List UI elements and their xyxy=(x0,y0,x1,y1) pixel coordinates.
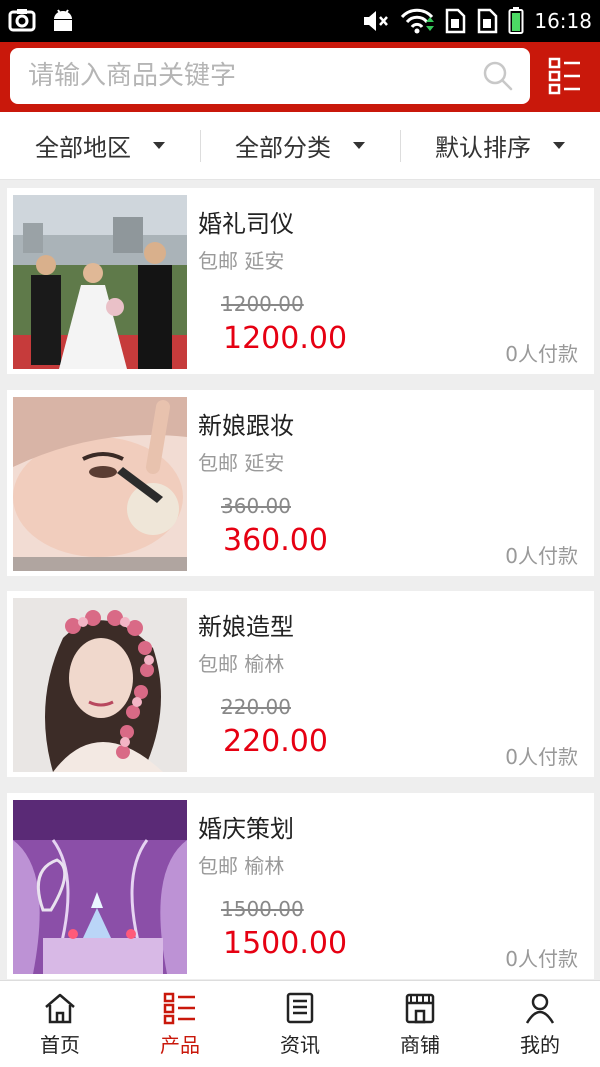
product-sales: 0人付款 xyxy=(505,544,578,568)
product-card[interactable]: 婚礼司仪 包邮 延安 1200.00 1200.00 0人付款 xyxy=(7,188,594,374)
product-price: 360.00 xyxy=(223,523,328,558)
product-name: 新娘造型 xyxy=(198,613,294,641)
nav-shop[interactable]: 商铺 xyxy=(360,981,480,1067)
product-price: 220.00 xyxy=(223,724,328,759)
product-card[interactable]: 新娘跟妆 包邮 延安 360.00 360.00 0人付款 xyxy=(7,390,594,576)
nav-home-label: 首页 xyxy=(40,1033,80,1057)
status-bar: 16:18 xyxy=(0,0,600,42)
battery-icon xyxy=(508,7,524,34)
product-price: 1500.00 xyxy=(223,926,348,961)
product-list-icon xyxy=(163,992,195,1025)
nav-products-label: 产品 xyxy=(160,1033,200,1057)
sim1-icon xyxy=(446,8,466,34)
product-original-price: 1200.00 xyxy=(221,292,304,316)
filter-category[interactable]: 全部分类 xyxy=(200,112,400,179)
product-card[interactable]: 新娘造型 包邮 榆林 220.00 220.00 0人付款 xyxy=(7,591,594,777)
product-sales: 0人付款 xyxy=(505,342,578,366)
shop-icon xyxy=(405,993,435,1024)
product-shipping: 包邮 榆林 xyxy=(198,652,285,676)
caret-down-icon xyxy=(553,142,565,149)
search-icon[interactable] xyxy=(482,60,514,92)
filter-sort-label: 默认排序 xyxy=(435,134,531,162)
news-icon xyxy=(286,992,314,1024)
filter-category-label: 全部分类 xyxy=(235,134,331,162)
nav-home[interactable]: 首页 xyxy=(0,981,120,1067)
caret-down-icon xyxy=(353,142,365,149)
mute-icon xyxy=(364,11,389,31)
nav-news[interactable]: 资讯 xyxy=(240,981,360,1067)
home-icon xyxy=(45,993,75,1024)
nav-mine[interactable]: 我的 xyxy=(480,981,600,1067)
filter-region-label: 全部地区 xyxy=(35,134,131,162)
product-original-price: 360.00 xyxy=(221,494,291,518)
product-card[interactable]: 婚庆策划 包邮 榆林 1500.00 1500.00 0人付款 xyxy=(7,793,594,979)
android-icon xyxy=(54,9,72,31)
product-sales: 0人付款 xyxy=(505,745,578,769)
product-sales: 0人付款 xyxy=(505,947,578,971)
filter-sort[interactable]: 默认排序 xyxy=(400,112,600,179)
bottom-nav: 首页 产品 资讯 商铺 我的 xyxy=(0,980,600,1067)
filter-bar: 全部地区 全部分类 默认排序 xyxy=(0,112,600,180)
product-name: 婚礼司仪 xyxy=(198,210,294,238)
product-shipping: 包邮 榆林 xyxy=(198,854,285,878)
product-image-wedding-planning[interactable] xyxy=(13,800,187,974)
product-original-price: 1500.00 xyxy=(221,897,304,921)
nav-news-label: 资讯 xyxy=(280,1033,320,1057)
product-image-bridal-makeup[interactable] xyxy=(13,397,187,571)
product-name: 新娘跟妆 xyxy=(198,412,294,440)
product-shipping: 包邮 延安 xyxy=(198,249,285,273)
nav-products[interactable]: 产品 xyxy=(120,981,240,1067)
nav-mine-label: 我的 xyxy=(520,1033,560,1057)
product-shipping: 包邮 延安 xyxy=(198,451,285,475)
caret-down-icon xyxy=(153,142,165,149)
search-box[interactable] xyxy=(10,48,530,104)
product-image-bridal-hairstyle[interactable] xyxy=(13,598,187,772)
status-time: 16:18 xyxy=(534,9,592,33)
product-name: 婚庆策划 xyxy=(198,815,294,843)
sim2-icon xyxy=(478,8,498,34)
product-image-wedding-ceremony[interactable] xyxy=(13,195,187,369)
product-original-price: 220.00 xyxy=(221,695,291,719)
filter-region[interactable]: 全部地区 xyxy=(0,112,200,179)
product-price: 1200.00 xyxy=(223,321,348,356)
user-icon xyxy=(525,993,555,1024)
nav-shop-label: 商铺 xyxy=(400,1033,440,1057)
header-bar xyxy=(0,42,600,112)
screenshot-icon xyxy=(8,9,36,32)
search-input[interactable] xyxy=(10,48,470,104)
category-menu-icon[interactable] xyxy=(548,56,582,96)
wifi-icon xyxy=(401,8,435,34)
